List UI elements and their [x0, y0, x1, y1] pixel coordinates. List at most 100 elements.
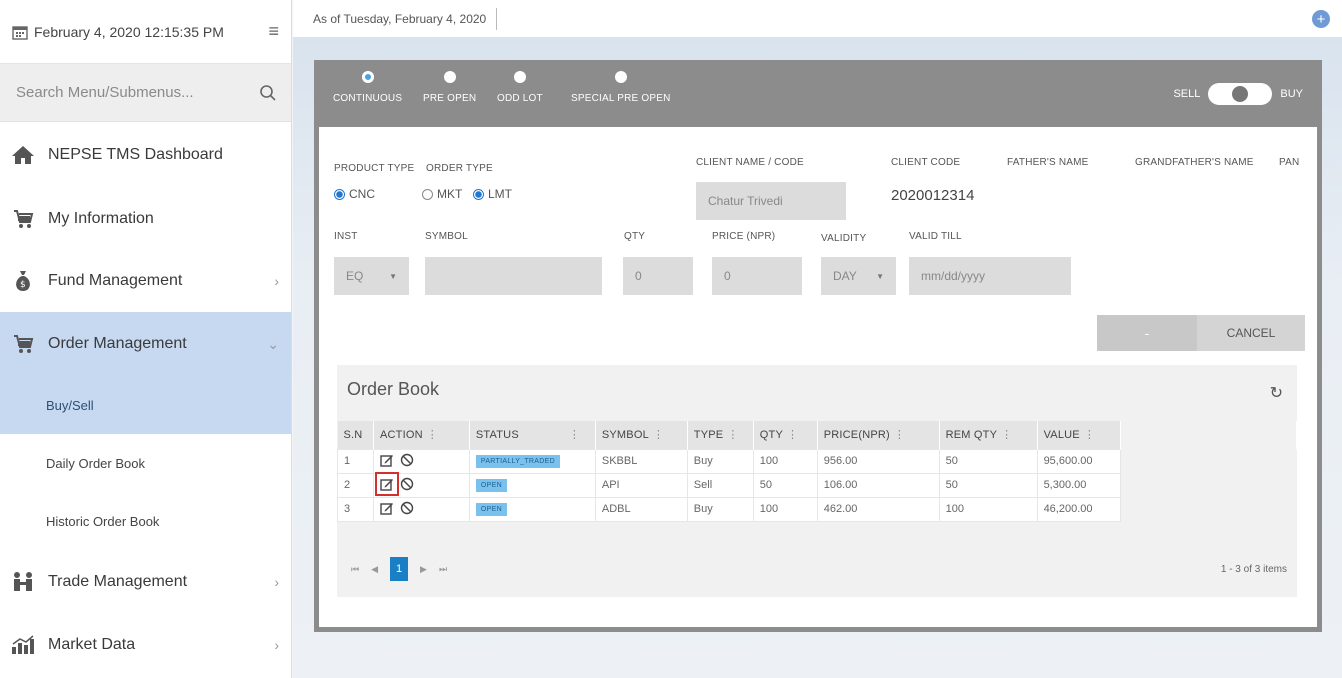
order-panel-header: CONTINUOUS PRE OPEN ODD LOT SPECIAL PRE … — [319, 65, 1317, 127]
edit-icon[interactable] — [380, 501, 394, 515]
column-label: ACTION — [379, 429, 423, 442]
sidebar-item-order-management[interactable]: Order Management ⌄ — [0, 312, 291, 376]
cell-filler — [1120, 473, 1297, 497]
chevron-right-icon: › — [274, 273, 279, 289]
hamburger-menu-icon[interactable]: ≡ — [268, 21, 279, 42]
sell-label: SELL — [1173, 88, 1201, 100]
table-row: 2 OPEN API Sell 50 106.00 50 5,300.00 — [337, 471, 1297, 498]
trade-icon — [10, 569, 36, 595]
search-icon[interactable] — [259, 84, 277, 102]
cell-status: OPEN — [468, 472, 596, 498]
sidebar-item-my-information[interactable]: My Information — [0, 188, 291, 250]
add-plus-icon[interactable]: + — [1312, 10, 1330, 28]
cancel-button[interactable]: CANCEL — [1197, 315, 1305, 351]
cell-rem-qty: 50 — [938, 472, 1038, 498]
edit-icon[interactable] — [374, 471, 399, 496]
order-book: Order Book ↻ S.N ACTION ⋮ STATUS ⋮ SYMBOL ⋮… — [337, 365, 1297, 597]
top-bar: As of Tuesday, February 4, 2020 + — [293, 0, 1342, 38]
validity-label: VALIDITY — [821, 233, 867, 244]
cell-value: 46,200.00 — [1036, 496, 1122, 522]
sidebar-item-label: Order Management — [48, 335, 187, 352]
order-entry-panel: CONTINUOUS PRE OPEN ODD LOT SPECIAL PRE … — [314, 60, 1322, 632]
radio-icon — [614, 71, 627, 83]
page-number-current[interactable]: 1 — [390, 557, 409, 581]
first-page-icon[interactable]: ⏮ — [351, 564, 359, 575]
cell-sn: 3 — [337, 496, 374, 522]
edit-icon[interactable] — [380, 453, 394, 467]
column-header-status: STATUS ⋮ — [469, 421, 596, 449]
cell-rem-qty: 50 — [938, 448, 1038, 474]
market-type-pre-open[interactable]: PRE OPEN — [423, 71, 476, 104]
sell-buy-toggle[interactable] — [1208, 83, 1273, 105]
valid-till-date-input[interactable]: mm/dd/yyyy — [909, 257, 1071, 295]
cell-type: Buy — [686, 496, 754, 522]
column-menu-icon[interactable]: ⋮ — [653, 429, 664, 441]
cancel-order-icon[interactable] — [400, 453, 414, 467]
column-menu-icon[interactable]: ⋮ — [569, 429, 580, 441]
order-type-mkt-radio[interactable]: MKT — [422, 187, 462, 201]
inst-select[interactable]: EQ ▼ — [334, 257, 409, 295]
column-menu-icon[interactable]: ⋮ — [1084, 429, 1095, 441]
product-type-cnc-radio[interactable]: CNC — [334, 187, 375, 201]
column-menu-icon[interactable]: ⋮ — [727, 429, 738, 441]
cancel-order-icon[interactable] — [400, 501, 414, 515]
valid-till-label: VALID TILL — [909, 231, 962, 242]
sidebar-subitem-buy-sell[interactable]: Buy/Sell — [0, 376, 291, 434]
grandfathers-name-label: GRANDFATHER'S NAME — [1135, 157, 1254, 168]
column-label: VALUE — [1043, 429, 1080, 442]
calendar-icon — [12, 25, 28, 40]
sidebar-subitem-historic-order-book[interactable]: Historic Order Book — [0, 492, 291, 550]
price-input[interactable]: 0 — [712, 257, 802, 295]
cell-filler — [1120, 497, 1297, 521]
radio-icon — [422, 188, 433, 200]
client-name-label: CLIENT NAME / CODE — [696, 157, 804, 168]
sidebar-item-label: My Information — [48, 210, 154, 227]
sidebar-item-label: Fund Management — [48, 272, 183, 289]
sidebar-subitem-label: Daily Order Book — [46, 455, 145, 471]
validity-select[interactable]: DAY ▼ — [821, 257, 896, 295]
sidebar-item-dashboard[interactable]: NEPSE TMS Dashboard — [0, 122, 291, 188]
cart-icon — [10, 331, 36, 357]
market-type-odd-lot[interactable]: ODD LOT — [497, 71, 543, 104]
cell-price: 462.00 — [816, 496, 940, 522]
column-menu-icon[interactable]: ⋮ — [427, 429, 438, 441]
cell-rem-qty: 100 — [938, 496, 1038, 522]
status-badge: PARTIALLY_TRADED — [475, 455, 560, 468]
column-header-type: TYPE ⋮ — [687, 421, 754, 449]
symbol-label: SYMBOL — [425, 231, 468, 242]
column-menu-icon[interactable]: ⋮ — [787, 429, 798, 441]
symbol-input[interactable] — [425, 257, 602, 295]
market-type-special-pre-open[interactable]: SPECIAL PRE OPEN — [571, 71, 671, 104]
sidebar-item-trade-management[interactable]: Trade Management › — [0, 550, 291, 614]
sidebar-subitem-daily-order-book[interactable]: Daily Order Book — [0, 434, 291, 492]
column-label: STATUS — [475, 429, 519, 442]
column-menu-icon[interactable]: ⋮ — [1001, 429, 1012, 441]
cell-qty: 100 — [752, 496, 818, 522]
column-menu-icon[interactable]: ⋮ — [894, 429, 905, 441]
column-label: TYPE — [693, 429, 724, 442]
cancel-order-icon[interactable] — [400, 477, 414, 491]
column-label: PRICE(NPR) — [823, 429, 890, 442]
price-label: PRICE (NPR) — [712, 231, 776, 242]
cell-symbol: API — [594, 472, 688, 498]
qty-input[interactable]: 0 — [623, 257, 693, 295]
toggle-knob — [1232, 86, 1249, 102]
order-type-lmt-radio[interactable]: LMT — [473, 187, 512, 201]
submit-order-button[interactable]: - — [1097, 315, 1197, 351]
sidebar-item-label: Market Data — [48, 636, 136, 653]
previous-page-icon[interactable]: ◀ — [371, 564, 378, 575]
last-page-icon[interactable]: ⏭ — [439, 564, 447, 575]
menu-search-input[interactable] — [14, 83, 259, 102]
sidebar-item-fund-management[interactable]: $ Fund Management › — [0, 250, 291, 312]
sidebar-item-market-data[interactable]: Market Data › — [0, 614, 291, 676]
fathers-name-label: FATHER'S NAME — [1007, 157, 1089, 168]
sidebar-subitem-label: Historic Order Book — [46, 513, 160, 529]
client-name-field[interactable]: Chatur Trivedi — [696, 182, 846, 220]
sidebar-header: February 4, 2020 12:15:35 PM ≡ — [0, 0, 291, 64]
market-type-continuous[interactable]: CONTINUOUS — [333, 71, 402, 104]
next-page-icon[interactable]: ▶ — [420, 564, 427, 575]
money-bag-icon: $ — [10, 268, 36, 294]
cell-action — [372, 496, 470, 522]
refresh-icon[interactable]: ↻ — [1270, 383, 1283, 403]
order-type-label: ORDER TYPE — [426, 163, 493, 174]
